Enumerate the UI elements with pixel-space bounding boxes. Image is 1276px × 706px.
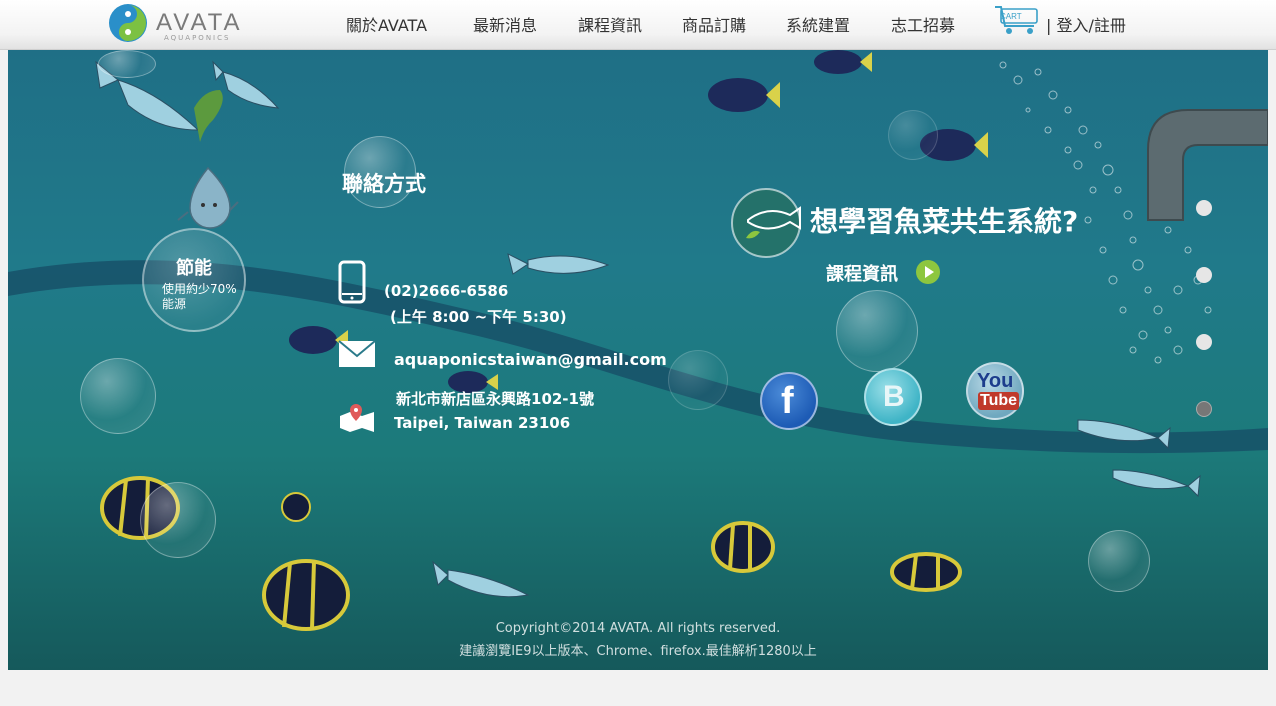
energy-description: 使用約少70%能源 — [162, 282, 237, 311]
youtube-icon-top: You — [977, 370, 1014, 392]
promo-course-link[interactable]: 課程資訊 — [826, 260, 898, 286]
youtube-icon-bottom: Tube — [978, 392, 1020, 410]
slider-dot-4[interactable] — [1196, 401, 1212, 417]
bubble — [140, 482, 216, 558]
water-drop-mascot — [177, 90, 239, 229]
contact-hours: (上午 8:00 ~下午 5:30) — [390, 308, 567, 326]
cart-label: CART — [1000, 12, 1022, 21]
login-register-link[interactable]: | 登入/註冊 — [1046, 12, 1126, 36]
slider-dot-1[interactable] — [1196, 200, 1212, 216]
nav-volunteer[interactable]: 志工招募 — [891, 12, 955, 36]
cart-button[interactable]: CART — [994, 4, 1042, 36]
brand-name: AVATA — [156, 9, 243, 36]
contact-address-zh: 新北市新店區永興路102-1號 — [396, 390, 594, 408]
logo[interactable]: AVATA AQUAPONICS — [108, 3, 243, 45]
facebook-icon: f — [781, 380, 794, 422]
energy-title: 節能 — [176, 258, 212, 279]
contact-address-en: Taipei, Taiwan 23106 — [394, 414, 571, 432]
bubble — [98, 50, 156, 78]
footer-browser-note: 建議瀏覽IE9以上版本、Chrome、firefox.最佳解析1280以上 — [459, 644, 817, 659]
map-pin-icon — [340, 404, 374, 432]
bubble — [1088, 530, 1150, 592]
logo-icon — [109, 4, 147, 42]
slider-dot-3[interactable] — [1196, 334, 1212, 350]
contact-email[interactable]: aquaponicstaiwan@gmail.com — [394, 350, 667, 369]
bubble — [80, 358, 156, 434]
hero-aquarium: 節能 使用約少70%能源 聯絡方式 (02)2666-6586 (上午 8:00… — [8, 50, 1268, 670]
promo-title: 想學習魚菜共生系統? — [810, 205, 1079, 238]
nav-news[interactable]: 最新消息 — [473, 12, 537, 36]
bubble — [888, 110, 938, 160]
nav-shop[interactable]: 商品訂購 — [682, 12, 746, 36]
facebook-button[interactable]: f — [760, 372, 818, 430]
energy-saving-bubble: 節能 使用約少70%能源 — [142, 228, 246, 332]
brand-tagline: AQUAPONICS — [164, 34, 231, 42]
mail-icon — [338, 340, 376, 367]
nav-about[interactable]: 關於AVATA — [346, 12, 427, 36]
blogger-icon: B — [883, 380, 905, 413]
play-arrow-icon[interactable] — [916, 260, 940, 284]
blogger-button[interactable]: B — [864, 368, 922, 426]
bubble — [836, 290, 918, 372]
site-header: AVATA AQUAPONICS 關於AVATA 最新消息 課程資訊 商品訂購 … — [0, 0, 1276, 50]
nav-system[interactable]: 系統建置 — [786, 12, 850, 36]
slider-dot-2[interactable] — [1196, 267, 1212, 283]
contact-title: 聯絡方式 — [342, 172, 426, 196]
footer-copyright: Copyright©2014 AVATA. All rights reserve… — [495, 621, 781, 636]
phone-icon — [338, 260, 366, 304]
nav-courses[interactable]: 課程資訊 — [578, 12, 642, 36]
bubble — [668, 350, 728, 410]
contact-phone: (02)2666-6586 — [384, 282, 509, 300]
youtube-button[interactable]: You Tube — [966, 362, 1024, 420]
